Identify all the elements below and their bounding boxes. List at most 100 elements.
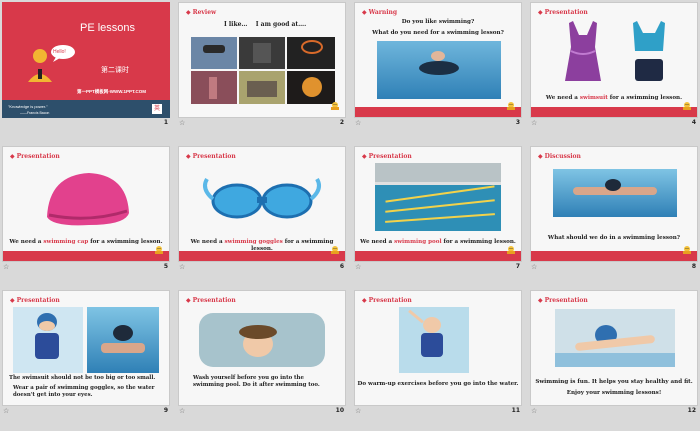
star-icon: ☆ [531,263,538,271]
slide-band [531,107,697,117]
slide-footer: ☆ 2 [178,119,346,129]
slide-footer: ☆ 11 [354,407,522,417]
site-text: 第一PPT模板网-WWW.1PPT.COM [77,89,146,94]
slide-text-2: Wear a pair of swimming goggles, so the … [13,385,155,398]
slide-header: ◆ Presentation [538,297,588,304]
slide-number: 12 [687,407,696,414]
photo-swimmer-goggles [87,307,159,373]
slide-number: 11 [511,407,520,414]
star-icon: ☆ [355,263,362,271]
slide-thumbnail-11[interactable]: ◆ Presentation Do warm-up exercises befor… [354,290,522,417]
photo-sport-1 [191,37,237,69]
star-icon: ☆ [3,263,10,271]
slide-text-line1: Do you like swimming? [401,19,475,25]
slide-caption: We need a swimming pool for a swimming l… [360,239,516,245]
slide-subtitle: 第二课时 [101,66,129,74]
slide-footer: ☆ 6 [178,263,346,273]
photo-sport-2 [239,37,285,69]
slide-text: Wash yourself before you go into the swi… [193,375,320,388]
slide-text-1: The swimsuit should not be too big or to… [9,375,156,381]
swimming-cap-image [47,173,129,226]
photo-sport-6 [287,71,335,104]
slide-header: ◆ Presentation [362,297,412,304]
slide-card: ◆ Presentation Do warm-up exercises befor… [354,290,522,406]
slide-number: 5 [163,263,168,270]
slide-text-line2: What do you need for a swimming lesson? [372,30,504,36]
slide-footer: ☆ 10 [178,407,346,417]
illustration-girl-swimsuit [13,307,83,373]
slide-card: ◆ Presentation The swimsuit should not be… [2,290,170,406]
star-icon: ☆ [531,119,538,127]
photo-sport-5 [239,71,285,104]
slide-card: ◆ Presentation We need a swimming goggles… [178,146,346,262]
slide-title: PE lessons [80,22,136,34]
sticker-icon [681,101,693,111]
photo-sport-3 [287,37,335,69]
star-icon: ☆ [179,407,186,415]
star-icon: ☆ [179,263,186,271]
slide-footer: ☆ 12 [530,407,698,417]
slide-footer: ☆ 3 [354,119,522,129]
slide-footer: ☆ 8 [530,263,698,273]
slide-number: 1 [163,119,168,126]
photo-sport-4 [191,71,237,104]
slide-footer-band [2,100,170,118]
slide-footer: ☆ 5 [2,263,170,273]
slide-thumbnail-3[interactable]: ◆ Warning Do you like swimming? What do y… [354,2,522,129]
slide-thumbnail-1[interactable]: PE lessons 第二课时 Hello! 第一PPT模板网-WWW.1PPT… [2,2,170,129]
slide-thumbnail-9[interactable]: ◆ Presentation The swimsuit should not be… [2,290,170,417]
slide-number: 8 [691,263,696,270]
slide-header: ◆ Presentation [10,297,60,304]
slide-text-2: Enjoy your swimming lessons! [566,390,662,396]
slide-card: ◆ Warning Do you like swimming? What do y… [354,2,522,118]
slide-header: ◆ Presentation [362,153,412,160]
slide-thumbnail-12[interactable]: ◆ Presentation Swimming is fun. It helps … [530,290,698,417]
slide-header: ◆ Review [186,9,217,16]
slide-header: ◆ Presentation [10,153,60,160]
slide-thumbnail-7[interactable]: ◆ Presentation We need a swimming pool fo… [354,146,522,273]
slide-card: ◆ Presentation Wash yourself before you g… [178,290,346,406]
slide-card: ◆ Presentation Swimming is fun. It helps … [530,290,698,406]
slide-number: 10 [335,407,344,414]
slide-caption: We need a swimsuit for a swimming lesson… [545,95,683,101]
slide-thumbnail-5[interactable]: ◆ Presentation We need a swimming cap for… [2,146,170,273]
slide-number: 9 [163,407,168,414]
sticker-icon [681,245,693,255]
sticker-icon [329,101,341,111]
sticker-icon [329,245,341,255]
slide-header: ◆ Presentation [186,153,236,160]
quote-author: ——Francis Bacon [20,111,50,115]
star-icon: ☆ [355,119,362,127]
slide-number: 2 [339,119,344,126]
star-icon: ☆ [355,407,362,415]
sticker-icon [153,245,165,255]
slide-card: PE lessons 第二课时 Hello! 第一PPT模板网-WWW.1PPT… [2,2,170,118]
slide-thumbnail-4[interactable]: ◆ Presentation We need a swimsuit for a s… [530,2,698,129]
slide-card: ◆ Presentation We need a swimsuit for a s… [530,2,698,118]
slide-card: ◆ Discussion What should we do in a swimm… [530,146,698,262]
illustration-shower [199,313,325,367]
slide-number: 4 [691,119,696,126]
swimming-goggles-image [203,177,321,219]
slide-number: 7 [515,263,520,270]
sticker-icon [505,101,517,111]
slide-footer: 1 [2,119,170,129]
slide-thumbnail-2[interactable]: ◆ Review I like… I am good at…. ☆ 2 [178,2,346,129]
slide-footer: ☆ 7 [354,263,522,273]
slide-text: I like… I am good at…. [224,21,307,28]
discussion-question: What should we do in a swimming lesson? [547,235,681,241]
swimsuit-purple-image [565,21,601,81]
slide-number: 3 [515,119,520,126]
slide-band [179,251,345,261]
slide-thumbnail-10[interactable]: ◆ Presentation Wash yourself before you g… [178,290,346,417]
slide-footer: ☆ 9 [2,407,170,417]
illustration-warm-up [399,307,469,373]
slide-band [3,251,169,261]
slide-thumbnail-8[interactable]: ◆ Discussion What should we do in a swimm… [530,146,698,273]
slide-thumbnail-6[interactable]: ◆ Presentation We need a swimming goggles… [178,146,346,273]
slide-band [355,251,521,261]
quote-text: "Knowledge is power." [8,104,48,109]
slide-footer: ☆ 4 [530,119,698,129]
slide-header: ◆ Warning [362,9,398,16]
illustration-swimming-boy [555,309,675,367]
